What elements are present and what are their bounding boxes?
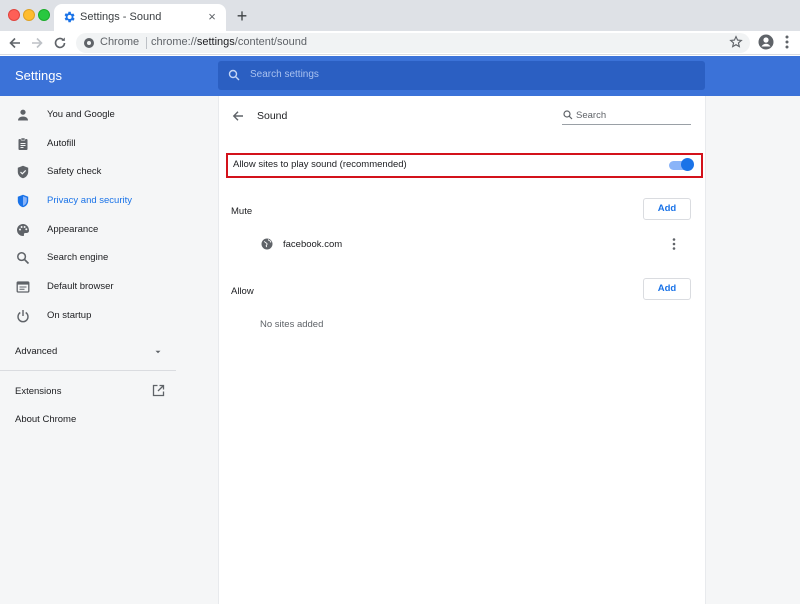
browser-menu-icon[interactable]	[780, 34, 794, 50]
forward-arrow-icon[interactable]	[29, 35, 45, 51]
tab-settings-sound[interactable]: Settings - Sound ×	[54, 4, 226, 31]
mute-section-label: Mute	[231, 206, 253, 217]
minimize-window-button[interactable]	[23, 9, 35, 21]
bookmark-star-icon[interactable]	[729, 35, 743, 49]
title-bar: Settings - Sound × +	[0, 0, 800, 31]
allow-sound-row[interactable]: Allow sites to play sound (recommended)	[226, 153, 703, 178]
search-icon	[228, 69, 240, 81]
shield-check-icon	[17, 165, 29, 179]
palette-icon	[17, 224, 30, 236]
sidebar-item-appearance[interactable]: Appearance	[0, 216, 218, 244]
chevron-down-icon[interactable]	[152, 346, 164, 358]
sidebar-item-label: Appearance	[47, 224, 99, 235]
url-path: /content/sound	[234, 36, 307, 48]
mute-add-button[interactable]: Add	[643, 198, 691, 220]
site-chip-label: Chrome	[100, 36, 140, 48]
browser-icon	[16, 281, 30, 293]
address-separator	[146, 37, 147, 49]
sidebar-item-label: Default browser	[47, 281, 114, 292]
subpage-title: Sound	[257, 110, 288, 122]
person-icon	[18, 109, 28, 121]
close-window-button[interactable]	[8, 9, 20, 21]
subpage-search-underline	[562, 124, 691, 125]
search-settings-placeholder: Search settings	[250, 69, 319, 80]
url-host: settings	[196, 36, 235, 48]
sidebar-item-default-browser[interactable]: Default browser	[0, 273, 218, 301]
globe-icon	[261, 238, 273, 250]
sidebar-divider	[0, 370, 176, 371]
sidebar-item-extensions[interactable]: Extensions	[15, 386, 61, 397]
settings-gear-icon	[64, 11, 75, 23]
address-bar[interactable]: Chrome chrome://settings/content/sound	[76, 33, 750, 53]
power-icon	[17, 310, 29, 323]
tab-close-icon[interactable]: ×	[204, 9, 220, 25]
sidebar-item-about-chrome[interactable]: About Chrome	[15, 414, 76, 425]
sidebar-item-label: Autofill	[47, 138, 76, 149]
muted-site-name: facebook.com	[283, 239, 343, 250]
back-arrow-icon[interactable]	[231, 109, 245, 123]
search-icon	[17, 252, 30, 265]
sidebar-item-privacy-and-security[interactable]: Privacy and security	[0, 187, 218, 215]
more-actions-icon[interactable]	[670, 237, 678, 251]
sidebar-item-label: Safety check	[47, 166, 102, 177]
sidebar-item-on-startup[interactable]: On startup	[0, 302, 218, 330]
allow-sound-toggle[interactable]	[681, 158, 694, 171]
allow-add-button[interactable]: Add	[643, 278, 691, 300]
open-in-new-icon[interactable]	[152, 384, 165, 397]
tab-title: Settings - Sound	[80, 11, 162, 23]
chrome-site-icon	[84, 38, 94, 48]
profile-avatar-icon[interactable]	[758, 34, 774, 50]
settings-header: Settings Search settings	[0, 56, 800, 96]
sidebar-item-you-and-google[interactable]: You and Google	[0, 101, 218, 129]
new-tab-button[interactable]: +	[233, 7, 251, 25]
sidebar-advanced-toggle[interactable]: Advanced	[15, 346, 57, 357]
shield-icon	[17, 194, 29, 208]
sidebar-item-search-engine[interactable]: Search engine	[0, 244, 218, 272]
sidebar: You and Google Autofill Safety check Pri…	[0, 96, 218, 604]
subpage-search-input[interactable]: Search	[576, 110, 606, 121]
browser-toolbar: Chrome chrome://settings/content/sound	[0, 31, 800, 55]
url-text: chrome://settings/content/sound	[151, 36, 307, 48]
allow-sound-label: Allow sites to play sound (recommended)	[233, 159, 407, 170]
sidebar-item-label: You and Google	[47, 109, 115, 120]
allow-empty-message: No sites added	[260, 319, 324, 330]
zoom-window-button[interactable]	[38, 9, 50, 21]
reload-icon[interactable]	[52, 35, 68, 51]
sidebar-item-label: Privacy and security	[47, 195, 133, 206]
sidebar-item-label: Search engine	[47, 252, 109, 263]
sidebar-item-label: On startup	[47, 310, 92, 321]
sidebar-item-safety-check[interactable]: Safety check	[0, 158, 218, 186]
search-settings-input[interactable]: Search settings	[218, 61, 705, 90]
url-prefix: chrome://	[151, 36, 197, 48]
search-icon	[563, 110, 573, 120]
allow-section-label: Allow	[231, 286, 254, 297]
sidebar-item-autofill[interactable]: Autofill	[0, 130, 218, 158]
clipboard-icon	[18, 137, 28, 150]
page-title: Settings	[15, 68, 62, 83]
back-arrow-icon[interactable]	[7, 35, 23, 51]
